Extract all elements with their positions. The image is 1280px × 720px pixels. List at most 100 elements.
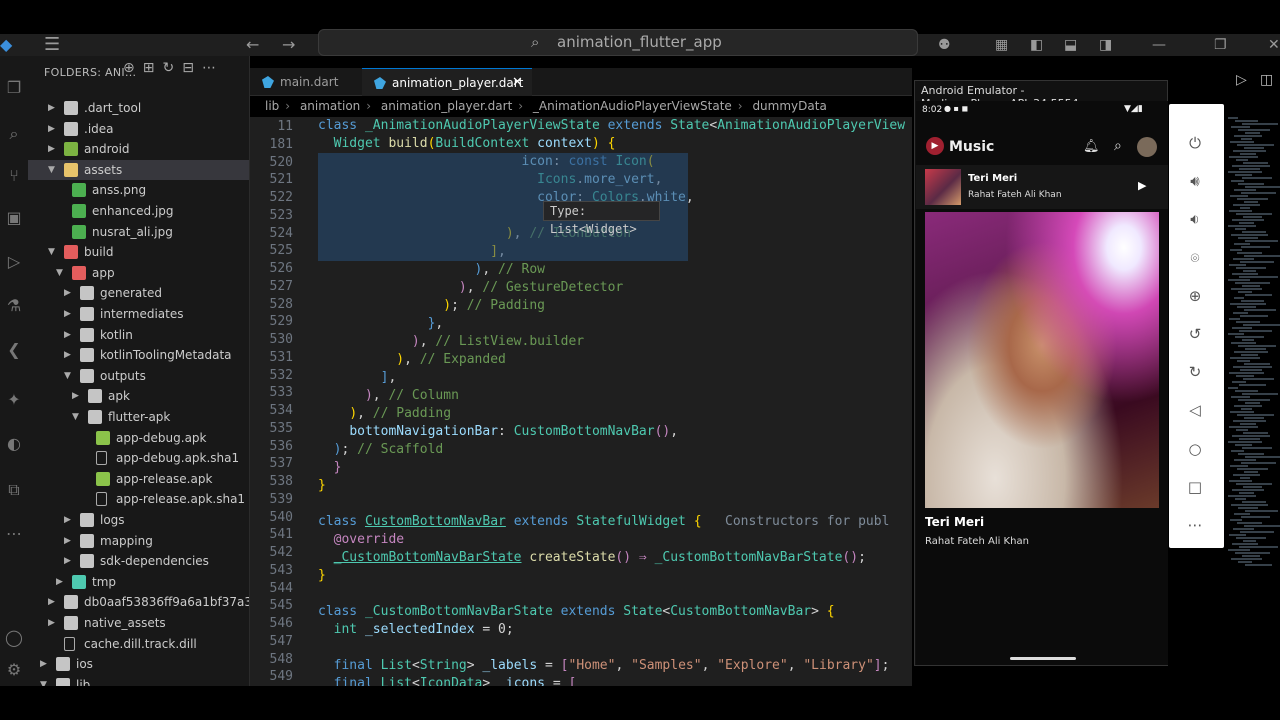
minimap-line: [1239, 492, 1254, 494]
tree-item[interactable]: ▼ app: [28, 263, 249, 283]
run-debug-icon[interactable]: ▷: [0, 252, 28, 271]
tree-item[interactable]: ▼ flutter-apk: [28, 407, 249, 427]
refresh-icon[interactable]: ↻: [162, 60, 174, 76]
tab-close-icon[interactable]: ✕: [512, 69, 523, 97]
tree-item[interactable]: ▼ outputs: [28, 366, 249, 386]
remote-icon[interactable]: ⧉: [0, 480, 28, 500]
back-arrow-icon[interactable]: ←: [246, 34, 259, 56]
more-icon[interactable]: ⋯: [0, 524, 28, 543]
breadcrumb-item[interactable]: lib: [265, 99, 279, 113]
tree-item[interactable]: ▶ android: [28, 139, 249, 159]
minimize-icon[interactable]: —: [1152, 34, 1166, 56]
tab-main-dart[interactable]: main.dart: [250, 68, 360, 96]
line-number: 522: [269, 190, 293, 205]
rotate-right-icon[interactable]: ↻: [1169, 363, 1221, 381]
testing-icon[interactable]: ⚗: [0, 296, 28, 315]
tree-item[interactable]: ▶ native_assets: [28, 613, 249, 633]
overview-icon[interactable]: □: [1169, 478, 1221, 496]
mini-player[interactable]: Teri Meri Rahat Fateh Ali Khan ▶: [916, 165, 1168, 209]
tree-item[interactable]: ▶ kotlin: [28, 325, 249, 345]
minimap-line: [1228, 387, 1238, 389]
zoom-icon[interactable]: ⊕: [1169, 287, 1221, 305]
source-control-icon[interactable]: ⑂: [0, 166, 28, 185]
rotate-left-icon[interactable]: ↺: [1169, 325, 1221, 343]
settings-icon[interactable]: ⚙: [0, 660, 28, 679]
phone-screen[interactable]: 8:02 ● ▪ ◼ ▼◢▮ ▶ Music 🔔︎ ⌕ Teri Meri Ra…: [916, 101, 1168, 665]
notification-bell-icon[interactable]: 🔔︎: [1083, 139, 1100, 154]
tree-item[interactable]: ▶ intermediates: [28, 304, 249, 324]
tree-item[interactable]: ▼ lib: [28, 675, 249, 686]
minimap-line: [1240, 261, 1274, 263]
tree-item[interactable]: app-debug.apk: [28, 428, 249, 448]
copilot-chat-icon[interactable]: ✦: [0, 390, 28, 409]
layout-icon[interactable]: ▦: [995, 34, 1008, 56]
breadcrumb-item[interactable]: animation_player.dart: [381, 99, 512, 113]
tree-item[interactable]: ▶ logs: [28, 510, 249, 530]
gesture-home-bar[interactable]: [1010, 657, 1076, 660]
minimap-line: [1235, 120, 1258, 122]
menu-icon[interactable]: ☰: [44, 34, 60, 56]
close-window-icon[interactable]: ✕: [1268, 34, 1280, 56]
breadcrumb-item[interactable]: animation: [300, 99, 360, 113]
tab-animation-player-dart[interactable]: animation_player.dart ✕: [362, 68, 532, 96]
explorer-icon[interactable]: ❐: [0, 78, 28, 97]
power-icon[interactable]: ⏻: [1169, 134, 1221, 152]
minimap-line: [1228, 495, 1256, 497]
more-icon[interactable]: ⋯: [1169, 516, 1221, 534]
tree-item[interactable]: app-release.apk: [28, 469, 249, 489]
back-icon[interactable]: ◁: [1169, 401, 1221, 419]
tree-item[interactable]: ▶ .idea: [28, 119, 249, 139]
json-icon[interactable]: ◐: [0, 434, 28, 453]
tree-item[interactable]: ▶ .dart_tool: [28, 98, 249, 118]
split-editor-icon[interactable]: ◫: [1260, 72, 1273, 88]
search-icon[interactable]: ⌕: [0, 124, 28, 144]
volume-down-icon[interactable]: 🔉︎: [1169, 210, 1221, 228]
new-folder-icon[interactable]: ⊞: [143, 60, 155, 76]
avatar[interactable]: [1137, 137, 1157, 157]
tree-item[interactable]: ▼ assets: [28, 159, 249, 180]
volume-up-icon[interactable]: 🔊︎: [1169, 172, 1221, 190]
camera-icon[interactable]: ⌾: [1169, 249, 1221, 267]
tree-item[interactable]: ▼ build: [28, 242, 249, 262]
tab-label: animation_player.dart: [392, 76, 524, 90]
tree-item[interactable]: app-release.apk.sha1: [28, 489, 249, 509]
explorer-sidebar: FOLDERS: ANI... ⊕ ⊞ ↻ ⊟ ⋯ ▶ .dart_tool ▶ .idea ▶…: [28, 56, 250, 686]
play-icon[interactable]: ▶: [1138, 179, 1146, 192]
command-center[interactable]: ⌕ animation_flutter_app: [318, 29, 918, 56]
folder-icon: [80, 348, 94, 363]
tree-item[interactable]: app-debug.apk.sha1: [28, 448, 249, 468]
tree-item[interactable]: cache.dill.track.dill: [28, 634, 249, 654]
tree-item[interactable]: nusrat_ali.jpg: [28, 222, 249, 242]
tree-item[interactable]: ▶ db0aaf53836ff9a6a1bf37a3a...: [28, 592, 249, 612]
extensions-icon[interactable]: ▣: [0, 208, 28, 227]
copilot-icon[interactable]: ⚉: [938, 34, 951, 56]
image-file-icon: [72, 183, 86, 198]
toggle-secondary-icon[interactable]: ◨: [1099, 34, 1112, 56]
search-icon[interactable]: ⌕: [1114, 138, 1122, 154]
breadcrumb-item[interactable]: _AnimationAudioPlayerViewState: [533, 99, 732, 113]
minimap[interactable]: [1224, 117, 1280, 567]
tree-item[interactable]: enhanced.jpg: [28, 201, 249, 221]
tree-item[interactable]: anss.png: [28, 180, 249, 200]
run-icon[interactable]: ▷: [1236, 72, 1247, 88]
forward-arrow-icon[interactable]: →: [282, 34, 295, 56]
collapse-all-icon[interactable]: ⊟: [182, 60, 194, 76]
tree-item[interactable]: ▶ tmp: [28, 572, 249, 592]
new-file-icon[interactable]: ⊕: [123, 60, 135, 76]
breadcrumb-item[interactable]: dummyData: [752, 99, 826, 113]
minimap-line: [1240, 531, 1274, 533]
tree-item[interactable]: ▶ ios: [28, 654, 249, 674]
toggle-panel-icon[interactable]: ⬓: [1064, 34, 1077, 56]
account-icon[interactable]: ◯: [0, 628, 28, 647]
toggle-sidebar-icon[interactable]: ◧: [1030, 34, 1043, 56]
tree-item[interactable]: ▶ mapping: [28, 531, 249, 551]
tree-item[interactable]: ▶ generated: [28, 283, 249, 303]
home-icon[interactable]: ○: [1169, 440, 1221, 458]
tree-item[interactable]: ▶ sdk-dependencies: [28, 551, 249, 571]
tree-item[interactable]: ▶ kotlinToolingMetadata: [28, 345, 249, 365]
more-actions-icon[interactable]: ⋯: [202, 60, 216, 76]
maximize-icon[interactable]: ❐: [1214, 34, 1227, 56]
minimap-line: [1229, 480, 1252, 482]
flutter-icon[interactable]: ❮: [0, 340, 28, 359]
tree-item[interactable]: ▶ apk: [28, 386, 249, 406]
